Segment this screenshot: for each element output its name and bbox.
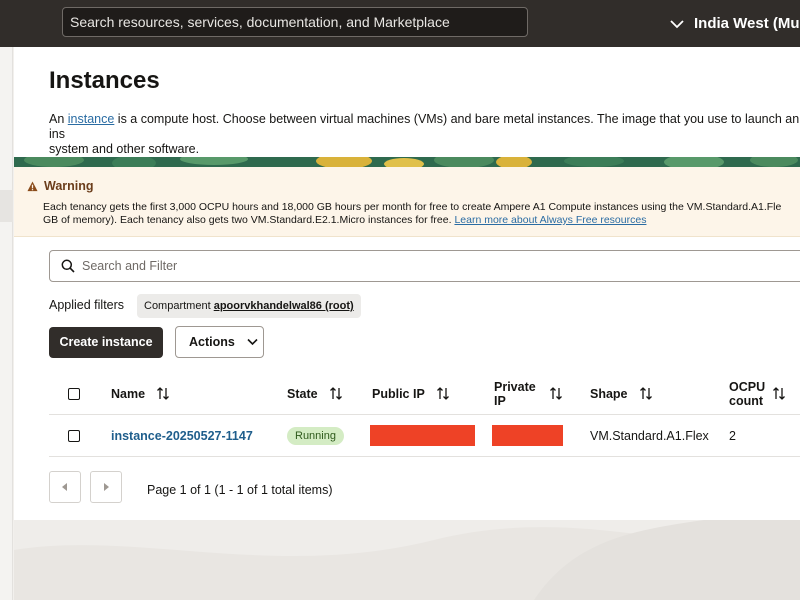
left-rail	[0, 47, 13, 600]
sort-icon	[157, 387, 170, 400]
shape-value: VM.Standard.A1.Flex	[590, 428, 709, 443]
private-ip-redacted	[492, 425, 563, 446]
sort-icon	[639, 387, 652, 400]
next-page-button[interactable]	[90, 471, 122, 503]
compartment-filter-chip[interactable]: Compartment apoorvkhandelwal86 (root)	[137, 294, 361, 318]
always-free-link[interactable]: Learn more about Always Free resources	[454, 214, 646, 226]
row-checkbox[interactable]	[68, 429, 80, 442]
header-ocpu-label: OCPU count	[729, 379, 766, 408]
chevron-down-icon	[247, 338, 258, 346]
main-panel: Instances An instance is a compute host.…	[14, 47, 800, 520]
header-name-label: Name	[111, 386, 146, 401]
caret-left-icon	[62, 483, 67, 491]
column-header-shape[interactable]: Shape	[590, 373, 652, 414]
previous-page-button[interactable]	[49, 471, 81, 503]
search-and-filter-placeholder: Search and Filter	[82, 259, 178, 273]
instance-name-link[interactable]: instance-20250527-1147	[111, 429, 253, 443]
warning-text: Each tenancy gets the first 3,000 OCPU h…	[43, 201, 800, 227]
instances-table: Name State Public IP Private IP Shape OCP…	[49, 373, 800, 457]
header-shape-label: Shape	[590, 386, 628, 401]
applied-filters-label: Applied filters	[49, 298, 125, 312]
column-header-ocpu-count[interactable]: OCPU count	[729, 373, 786, 414]
warning-line2: GB of memory). Each tenancy also gets tw…	[43, 214, 455, 226]
status-badge: Running	[287, 426, 344, 445]
page-description: An instance is a compute host. Choose be…	[49, 112, 800, 157]
ocpu-value: 2	[729, 428, 736, 443]
table-row: instance-20250527-1147 Running VM.Standa…	[49, 415, 800, 457]
top-navigation-bar: Search resources, services, documentatio…	[0, 0, 800, 47]
sort-icon	[436, 387, 449, 400]
desc-line2: system and other software.	[49, 142, 200, 156]
sort-icon	[773, 387, 786, 400]
warning-banner: Warning Each tenancy gets the first 3,00…	[14, 167, 800, 237]
header-state-label: State	[287, 386, 318, 401]
column-header-state[interactable]: State	[287, 373, 342, 414]
warning-icon	[27, 180, 38, 191]
table-header-row: Name State Public IP Private IP Shape OCP…	[49, 373, 800, 415]
global-search-input[interactable]: Search resources, services, documentatio…	[62, 7, 528, 37]
chevron-down-icon	[670, 19, 684, 28]
warning-line1: Each tenancy gets the first 3,000 OCPU h…	[43, 201, 782, 213]
warning-title-text: Warning	[44, 179, 94, 193]
header-private-ip-label: Private IP	[494, 379, 536, 408]
column-header-name[interactable]: Name	[111, 373, 170, 414]
select-all-checkbox[interactable]	[68, 387, 80, 400]
chip-prefix: Compartment	[144, 300, 214, 312]
sort-icon	[329, 387, 342, 400]
desc-prefix: An	[49, 112, 68, 126]
warning-title: Warning	[27, 179, 94, 193]
decorative-leaf-banner	[14, 157, 800, 167]
search-icon	[61, 259, 75, 273]
left-rail-tab[interactable]	[0, 190, 13, 222]
desc-line1: is a compute host. Choose between virtua…	[49, 112, 800, 141]
search-and-filter-input[interactable]: Search and Filter	[49, 250, 800, 282]
region-selector[interactable]: India West (Mum	[669, 0, 800, 47]
column-header-private-ip[interactable]: Private IP	[494, 373, 562, 414]
background-pattern	[14, 520, 800, 600]
sort-icon	[549, 387, 562, 400]
region-label: India West (Mum	[694, 15, 800, 32]
chip-value: apoorvkhandelwal86 (root)	[213, 300, 354, 312]
page-title: Instances	[49, 67, 160, 94]
create-instance-button[interactable]: Create instance	[49, 327, 163, 358]
instance-help-link[interactable]: instance	[68, 112, 115, 126]
column-header-public-ip[interactable]: Public IP	[372, 373, 449, 414]
actions-button[interactable]: Actions	[175, 326, 264, 358]
pagination-summary: Page 1 of 1 (1 - 1 of 1 total items)	[147, 483, 333, 497]
actions-label: Actions	[189, 335, 235, 349]
header-public-ip-label: Public IP	[372, 386, 425, 401]
public-ip-redacted	[370, 425, 475, 446]
caret-right-icon	[104, 483, 109, 491]
